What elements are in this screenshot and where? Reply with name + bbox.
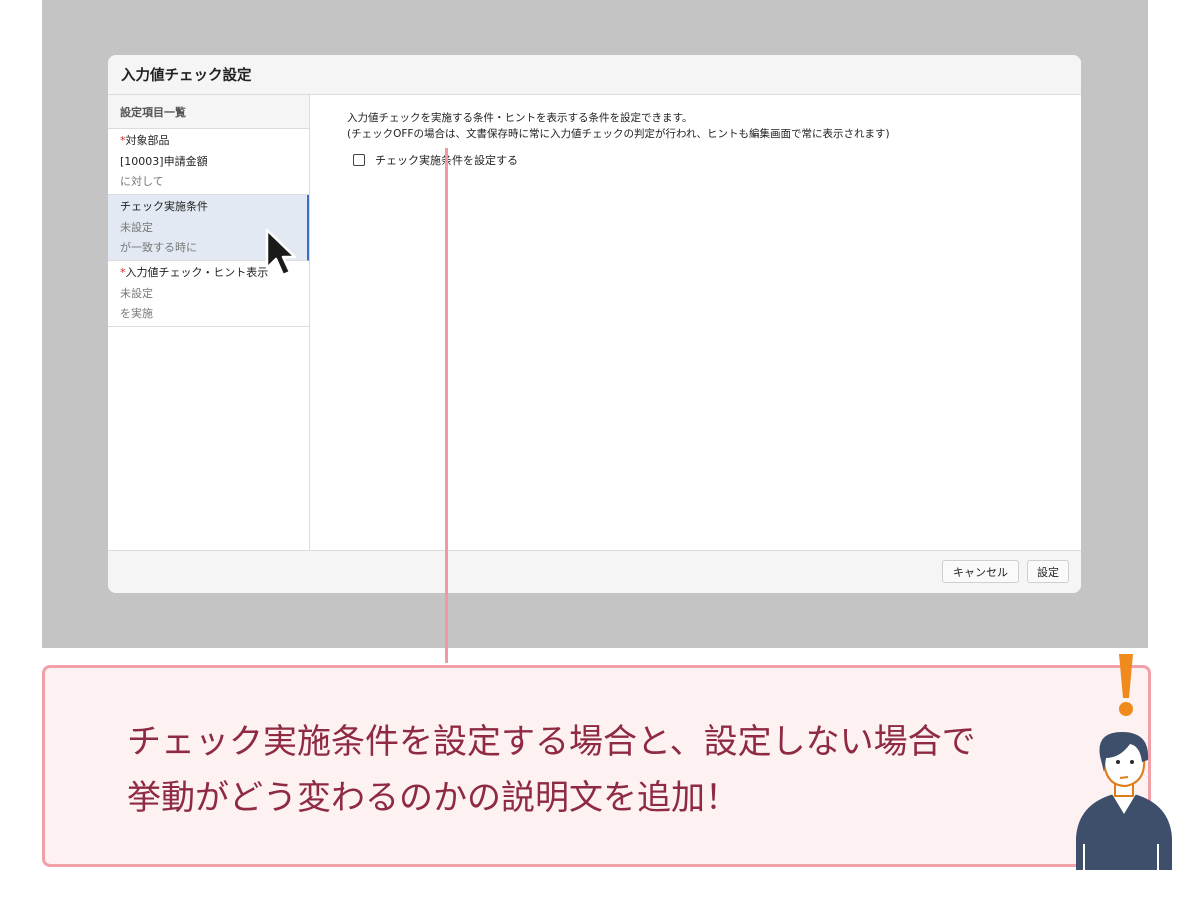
- sidebar-item-label: チェック実施条件: [120, 200, 208, 213]
- sidebar-item-label: 入力値チェック・ヒント表示: [125, 266, 269, 279]
- sidebar-item-target-part[interactable]: *対象部品 [10003]申請金額 に対して: [108, 129, 309, 195]
- sidebar-item-value: [10003]申請金額: [120, 154, 208, 168]
- callout-line-2: 挙動がどう変わるのかの説明文を追加！: [127, 778, 739, 818]
- person-illustration: [1076, 654, 1172, 870]
- sidebar-item-value: 未設定: [120, 286, 153, 300]
- sidebar-title: 設定項目一覧: [108, 95, 309, 129]
- dialog-title: 入力値チェック設定: [108, 55, 1081, 95]
- check-condition-checkbox[interactable]: [353, 154, 365, 166]
- sidebar-item-label: 対象部品: [125, 134, 170, 147]
- description-line-2: (チェックOFFの場合は、文書保存時に常に入力値チェックの判定が行われ、ヒントも…: [347, 128, 890, 140]
- description-line-1: 入力値チェックを実施する条件・ヒントを表示する条件を設定できます。: [347, 112, 693, 124]
- callout-text: チェック実施条件を設定する場合と、設定しない場合で 挙動がどう変わるのかの説明文…: [127, 714, 1117, 826]
- mouse-pointer-icon: [265, 228, 297, 277]
- dialog-body: 設定項目一覧 *対象部品 [10003]申請金額 に対して チェック実施条件 未…: [108, 95, 1081, 550]
- cancel-button[interactable]: キャンセル: [942, 560, 1019, 583]
- set-button[interactable]: 設定: [1027, 560, 1069, 583]
- settings-main-panel: 入力値チェックを実施する条件・ヒントを表示する条件を設定できます。 (チェックO…: [310, 95, 1081, 550]
- sidebar-item-suffix: に対して: [120, 175, 164, 188]
- settings-sidebar: 設定項目一覧 *対象部品 [10003]申請金額 に対して チェック実施条件 未…: [108, 95, 310, 550]
- check-condition-row[interactable]: チェック実施条件を設定する: [347, 152, 1081, 168]
- exclamation-icon: [1119, 654, 1133, 716]
- annotation-connector-line: [445, 148, 448, 663]
- callout-line-1: チェック実施条件を設定する場合と、設定しない場合で: [127, 722, 976, 762]
- input-check-settings-dialog: 入力値チェック設定 設定項目一覧 *対象部品 [10003]申請金額 に対して …: [108, 55, 1081, 593]
- dialog-footer: キャンセル 設定: [108, 550, 1081, 593]
- annotation-callout: チェック実施条件を設定する場合と、設定しない場合で 挙動がどう変わるのかの説明文…: [42, 665, 1151, 867]
- sidebar-item-suffix: を実施: [120, 307, 153, 320]
